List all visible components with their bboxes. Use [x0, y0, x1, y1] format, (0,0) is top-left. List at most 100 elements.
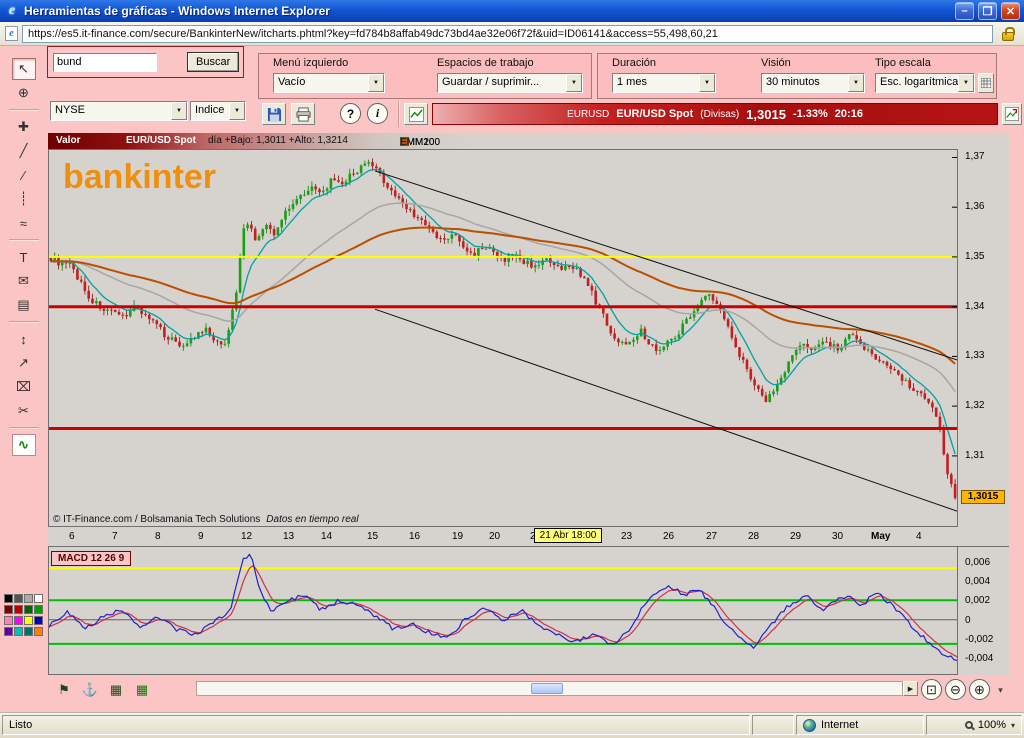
vertical-line-tool[interactable]: ┊	[12, 188, 36, 210]
duracion-select[interactable]: 1 mes ▼	[612, 73, 716, 93]
notes-tool[interactable]: ▤	[12, 294, 36, 316]
color-swatch-3[interactable]	[34, 594, 43, 603]
chevron-down-icon[interactable]: ▼	[848, 74, 864, 92]
move-tool[interactable]: ↕	[12, 328, 36, 350]
anchor-icon[interactable]: ⚓	[79, 680, 101, 700]
y-axis-label: 1,34	[965, 301, 984, 312]
comment-tool[interactable]: ✉	[12, 270, 36, 292]
x-axis-label: 30	[832, 531, 843, 542]
maximize-button[interactable]: ❐	[978, 2, 997, 20]
pointer-tool[interactable]: ↖	[12, 58, 36, 80]
minimize-button[interactable]: –	[955, 2, 974, 20]
quote-symbol: EURUSD	[567, 109, 609, 120]
macd-canvas[interactable]	[49, 547, 957, 673]
zoom-in-tool[interactable]: ⊕	[12, 82, 36, 104]
macd-axis-label: 0,004	[965, 576, 990, 587]
page-zoom-pane[interactable]: 100% ▾	[926, 715, 1022, 735]
zoom-in-button[interactable]: ⊕	[969, 679, 990, 700]
table-icon[interactable]: ▦	[105, 680, 127, 700]
status-message-pane: Listo	[2, 715, 750, 735]
espacios-select[interactable]: Guardar / suprimir... ▼	[437, 73, 583, 93]
color-swatch-2[interactable]	[24, 594, 33, 603]
zoom-out-button[interactable]: ⊖	[945, 679, 966, 700]
url-field[interactable]: https://es5.it-finance.com/secure/Bankin…	[22, 25, 993, 43]
layout-grid-icon[interactable]: ▦	[131, 680, 153, 700]
minichart-tool[interactable]: ∿	[12, 434, 36, 456]
color-swatch-0[interactable]	[4, 594, 13, 603]
realtime-note: Datos en tiempo real	[266, 514, 358, 525]
ray-tool[interactable]: ∕	[12, 164, 36, 186]
vision-select[interactable]: 30 minutos ▼	[761, 73, 865, 93]
menu-izquierdo-label: Menú izquierdo	[273, 57, 348, 69]
macd-axis-label: -0,004	[965, 653, 993, 664]
chevron-down-icon[interactable]: ▼	[171, 102, 187, 120]
duracion-label: Duración	[612, 57, 656, 69]
copyright-notice: © IT-Finance.com / Bolsamania Tech Solut…	[53, 514, 359, 525]
color-swatch-11[interactable]	[34, 616, 43, 625]
search-group: Buscar	[47, 46, 244, 78]
trendline-tool[interactable]: ╱	[12, 140, 36, 162]
cut-tool[interactable]: ✂	[12, 400, 36, 422]
chevron-down-icon[interactable]: ▼	[566, 74, 582, 92]
chart-popup-button[interactable]	[1002, 103, 1022, 125]
chart-scrollbar[interactable]	[196, 681, 903, 696]
color-swatch-8[interactable]	[4, 616, 13, 625]
channel-tool[interactable]: ↗	[12, 352, 36, 374]
y-axis-label: 1,33	[965, 350, 984, 361]
price-chart[interactable]: bankinter © IT-Finance.com / Bolsamania …	[48, 149, 958, 527]
zoom-caret-icon[interactable]: ▾	[1011, 721, 1015, 730]
x-axis-label: 23	[621, 531, 632, 542]
color-swatch-6[interactable]	[24, 605, 33, 614]
window-title: Herramientas de gráficas - Windows Inter…	[24, 4, 951, 18]
save-button[interactable]	[262, 103, 286, 125]
regression-channel-tool[interactable]: ≈	[12, 212, 36, 234]
color-swatch-15[interactable]	[34, 627, 43, 636]
print-button[interactable]	[291, 103, 315, 125]
exchange-select[interactable]: NYSE ▼	[50, 101, 188, 121]
color-swatch-1[interactable]	[14, 594, 23, 603]
delete-tool[interactable]: ⌧	[12, 376, 36, 398]
search-input[interactable]	[53, 53, 157, 72]
chevron-down-icon[interactable]: ▼	[958, 74, 974, 92]
scrollbar-thumb[interactable]	[531, 683, 563, 694]
close-button[interactable]: ✕	[1001, 2, 1020, 20]
x-axis-label: 13	[283, 531, 294, 542]
info-button[interactable]: i	[367, 103, 388, 124]
color-swatch-5[interactable]	[14, 605, 23, 614]
macd-panel[interactable]: MACD 12 26 9	[48, 547, 958, 675]
instrument-type-select[interactable]: Indice ▼	[190, 101, 246, 121]
chevron-down-icon[interactable]: ▼	[699, 74, 715, 92]
macd-label: MACD 12 26 9	[51, 551, 131, 566]
x-axis-label: 27	[706, 531, 717, 542]
zoom-select-button[interactable]: ⊡	[921, 679, 942, 700]
color-swatch-14[interactable]	[24, 627, 33, 636]
y-axis-label: 1,36	[965, 201, 984, 212]
scrollbar-right-arrow[interactable]: ▶	[903, 681, 918, 696]
color-swatch-13[interactable]	[14, 627, 23, 636]
crosshair-tool[interactable]: ✚	[12, 116, 36, 138]
chevron-down-icon[interactable]: ▼	[229, 102, 245, 120]
time-axis: 67891213141516192021232627282930May4 21 …	[48, 527, 1009, 547]
zoom-menu-caret[interactable]: ▾	[994, 683, 1007, 697]
tool-separator	[9, 321, 39, 323]
color-swatch-10[interactable]	[24, 616, 33, 625]
color-swatch-4[interactable]	[4, 605, 13, 614]
price-chart-canvas[interactable]	[49, 150, 957, 526]
quote-bar[interactable]: EURUSD EUR/USD Spot (Divisas) 1,3015 -1.…	[432, 103, 998, 125]
text-tool[interactable]: T	[12, 246, 36, 268]
search-button[interactable]: Buscar	[187, 52, 239, 72]
security-lock-icon[interactable]	[997, 24, 1019, 43]
flag-chart-icon[interactable]: ⚑	[53, 680, 75, 700]
x-axis-label: 26	[663, 531, 674, 542]
scale-apply-button[interactable]	[978, 73, 994, 93]
quote-time: 20:16	[835, 108, 863, 120]
zoom-level-icon	[965, 721, 973, 729]
menu-izquierdo-select[interactable]: Vacío ▼	[273, 73, 385, 93]
color-swatch-12[interactable]	[4, 627, 13, 636]
help-button[interactable]: ?	[340, 103, 361, 124]
color-swatch-7[interactable]	[34, 605, 43, 614]
tipo-escala-select[interactable]: Esc. logarítmica ▼	[875, 73, 975, 93]
chevron-down-icon[interactable]: ▼	[368, 74, 384, 92]
color-swatch-9[interactable]	[14, 616, 23, 625]
chart-shortcut-button[interactable]	[404, 103, 428, 125]
